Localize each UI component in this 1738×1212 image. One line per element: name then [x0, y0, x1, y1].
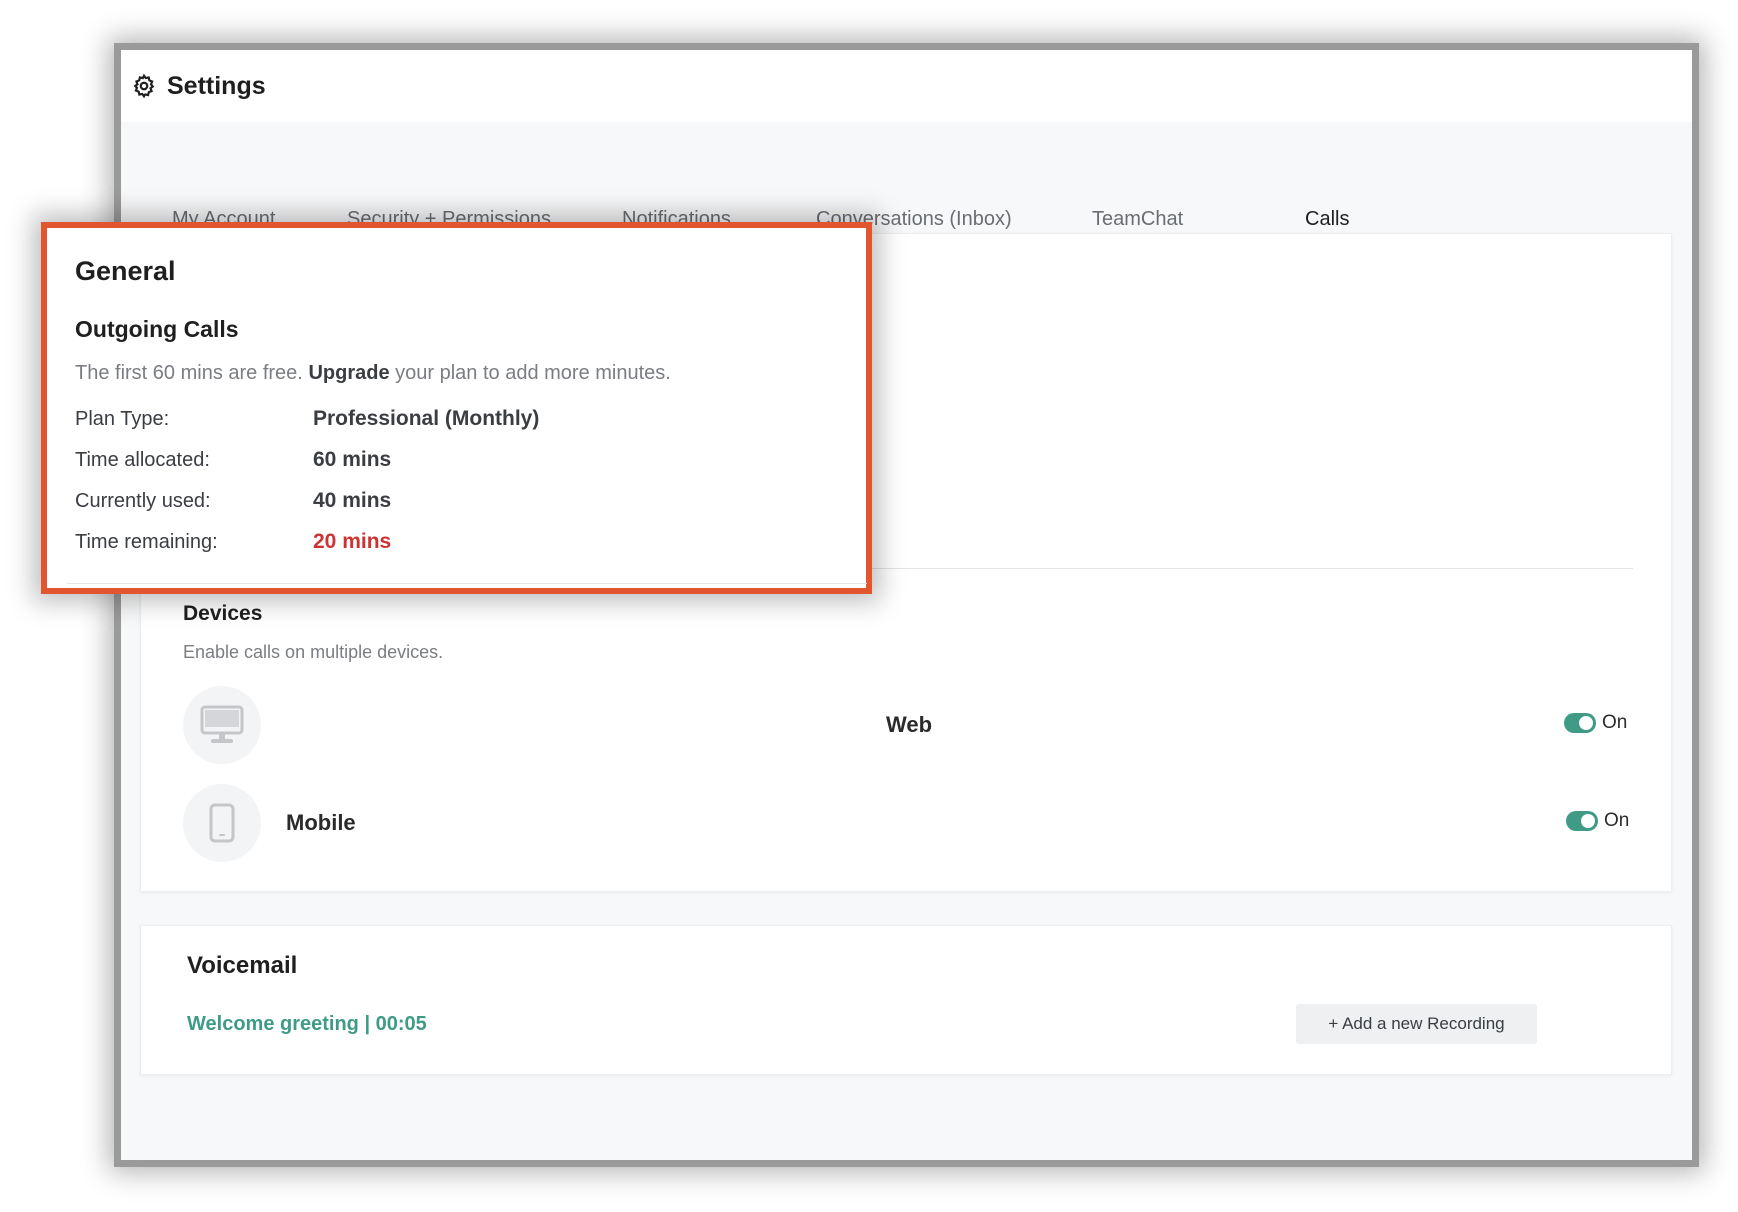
- device-label-mobile: Mobile: [286, 810, 356, 835]
- mobile-toggle[interactable]: On: [1566, 810, 1629, 832]
- top-bar: Settings: [121, 50, 1692, 122]
- time-remaining-value: 20 mins: [313, 530, 392, 553]
- time-allocated-label: Time allocated:: [75, 449, 210, 471]
- toggle-state: On: [1604, 810, 1630, 831]
- toggle-switch[interactable]: [1566, 811, 1598, 831]
- outgoing-calls-title: Outgoing Calls: [75, 316, 239, 342]
- toggle-state: On: [1602, 712, 1628, 733]
- callout-divider: [67, 583, 867, 584]
- plan-type-value: Professional (Monthly): [313, 407, 540, 430]
- voicemail-card: Voicemail Welcome greeting | 00:05 + Add…: [140, 925, 1672, 1075]
- outgoing-calls-description: The first 60 mins are free. Upgrade your…: [75, 362, 671, 385]
- device-label-web: Web: [886, 712, 933, 737]
- toggle-switch[interactable]: [1564, 713, 1596, 733]
- web-toggle[interactable]: On: [1564, 712, 1627, 734]
- add-recording-button[interactable]: + Add a new Recording: [1296, 1004, 1537, 1044]
- plan-type-label: Plan Type:: [75, 408, 170, 430]
- settings-window: Settings My Account Security + Permissio…: [121, 50, 1692, 1160]
- devices-title: Devices: [183, 602, 263, 625]
- tab-calls[interactable]: Calls: [1305, 208, 1349, 231]
- time-allocated-value: 60 mins: [313, 448, 392, 471]
- desc-prefix: The first 60 mins are free.: [75, 362, 303, 384]
- gear-icon: [131, 73, 157, 99]
- welcome-greeting-link[interactable]: Welcome greeting | 00:05: [187, 1013, 427, 1036]
- phone-icon: [183, 784, 261, 862]
- desc-suffix: your plan to add more minutes.: [395, 362, 671, 384]
- general-title: General: [75, 256, 176, 286]
- currently-used-value: 40 mins: [313, 489, 392, 512]
- general-callout: General Outgoing Calls The first 60 mins…: [41, 222, 872, 594]
- monitor-icon: [183, 686, 261, 764]
- page-title: Settings: [167, 71, 266, 100]
- voicemail-title: Voicemail: [187, 952, 298, 979]
- devices-description: Enable calls on multiple devices.: [183, 642, 444, 662]
- upgrade-link[interactable]: Upgrade: [308, 362, 389, 384]
- tab-teamchat[interactable]: TeamChat: [1092, 208, 1183, 231]
- currently-used-label: Currently used:: [75, 490, 211, 512]
- time-remaining-label: Time remaining:: [75, 531, 218, 553]
